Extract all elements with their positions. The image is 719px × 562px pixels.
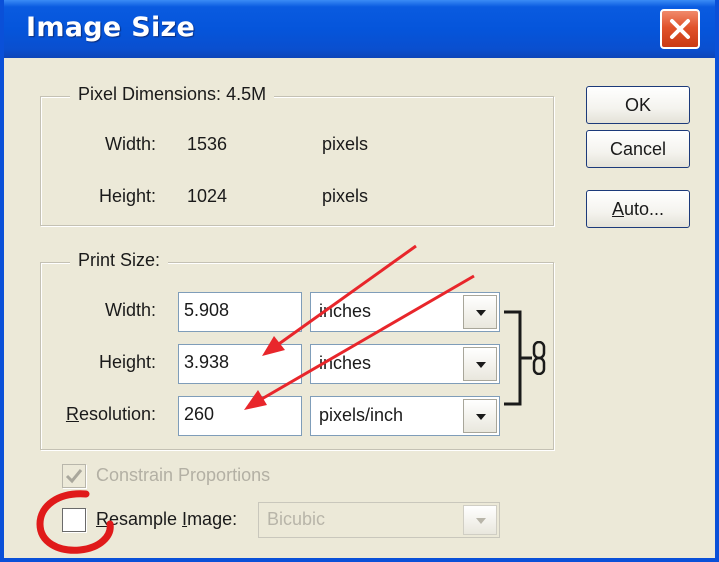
print-size-legend: Print Size: [70,250,169,271]
chevron-down-icon [476,518,486,524]
close-icon [670,19,690,39]
resolution-input[interactable]: 260 [178,396,302,436]
dropdown-button[interactable] [463,399,497,433]
resolution-label: Resolution: [44,404,156,425]
chevron-down-icon [476,310,486,316]
cancel-button[interactable]: Cancel [586,130,690,168]
print-width-input[interactable]: 5.908 [178,292,302,332]
resample-mnemonic: R [96,509,109,529]
pixel-dimensions-legend: Pixel Dimensions: 4.5M [70,84,275,105]
print-height-input[interactable]: 3.938 [178,344,302,384]
resample-label-mid: esample [109,509,183,529]
pixel-height-label: Height: [98,186,156,206]
print-width-label: Width: [104,300,156,320]
title-bar[interactable]: Image Size [4,0,715,58]
auto-mnemonic: A [611,199,624,219]
constrain-proportions-checkbox[interactable] [62,464,86,488]
constrain-proportions-label: Constrain Proportions [96,465,271,485]
pixel-width-unit: pixels [322,134,369,154]
pixel-width-value: 1536 [187,134,228,154]
resample-label-end: mage: [187,509,238,529]
chain-link-icon [532,341,546,375]
auto-label: uto... [623,199,665,219]
resolution-unit-select[interactable]: pixels/inch [310,396,500,436]
dropdown-button[interactable] [463,347,497,381]
resample-method-select[interactable]: Bicubic [258,502,500,538]
pixel-dimensions-label: Pixel Dimensions: [78,84,222,104]
print-width-unit-select[interactable]: inches [310,292,500,332]
resample-image-checkbox[interactable] [62,508,86,532]
chevron-down-icon [476,362,486,368]
chevron-down-icon [476,414,486,420]
resolution-label-text: esolution: [78,404,156,424]
resolution-mnemonic: R [65,404,79,424]
close-button[interactable] [660,9,700,49]
resample-method-value: Bicubic [267,509,326,529]
dialog-title: Image Size [26,12,196,43]
resample-image-label: Resample Image: [96,509,237,530]
dropdown-button[interactable] [463,295,497,329]
pixel-dimensions-size: 4.5M [226,84,267,104]
checkmark-icon [65,469,83,484]
pixel-height-value: 1024 [187,186,228,206]
print-width-unit-value: inches [319,301,372,321]
pixel-height-unit: pixels [322,186,369,206]
pixel-width-label: Width: [104,134,156,154]
dropdown-button[interactable] [463,505,497,535]
ok-button[interactable]: OK [586,86,690,124]
auto-button[interactable]: Auto... [586,190,690,228]
print-height-unit-value: inches [319,353,372,373]
print-height-label: Height: [98,352,156,372]
print-height-unit-select[interactable]: inches [310,344,500,384]
image-size-dialog: Image Size Pixel Dimensions: 4.5M Width:… [0,0,719,562]
resolution-unit-value: pixels/inch [319,405,404,425]
